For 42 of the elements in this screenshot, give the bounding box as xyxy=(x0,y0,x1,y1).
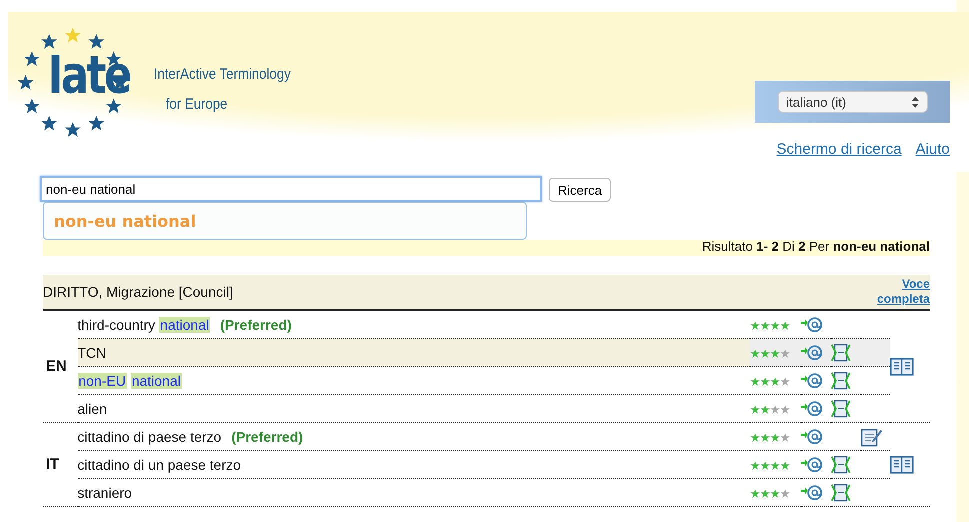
nav-link[interactable]: Aiuto xyxy=(916,141,950,158)
term-row[interactable]: cittadino di paese terzo (Preferred) xyxy=(78,422,750,450)
book-icon[interactable] xyxy=(890,456,914,474)
arrow-at-sign-icon[interactable] xyxy=(801,428,824,446)
reliability-stars: ★★★★ xyxy=(750,346,790,360)
context-document-icon[interactable] xyxy=(831,372,852,390)
result-summary: Risultato 1- 2 Di 2 Per non-eu national xyxy=(702,240,930,254)
context-document-icon[interactable] xyxy=(831,344,852,362)
logo-tagline: for Europe xyxy=(166,95,229,115)
term-row[interactable]: cittadino di un paese terzo xyxy=(78,450,750,478)
book-icon[interactable] xyxy=(890,358,914,376)
arrow-at-sign-icon[interactable] xyxy=(801,316,824,334)
reliability-stars: ★★★★ xyxy=(750,374,790,388)
full-entry-link[interactable]: Voce completa xyxy=(868,277,930,307)
reliability-stars: ★★★★ xyxy=(750,486,790,500)
language-code: EN xyxy=(46,358,67,375)
term-row[interactable]: straniero xyxy=(78,478,750,506)
reliability-stars: ★★★★ xyxy=(750,318,790,332)
term-row[interactable]: TCN xyxy=(78,338,750,366)
language-select[interactable]: italiano (it) xyxy=(778,91,928,113)
nav-link[interactable]: Schermo di ricerca xyxy=(776,141,902,158)
term-row[interactable]: alien xyxy=(78,394,750,422)
domain-label: DIRITTO, Migrazione [Council] xyxy=(43,284,234,300)
context-document-icon[interactable] xyxy=(831,400,852,418)
search-field[interactable]: non-eu national xyxy=(40,176,542,202)
reliability-stars: ★★★★ xyxy=(750,430,790,444)
context-document-icon[interactable] xyxy=(831,456,852,474)
arrow-at-sign-icon[interactable] xyxy=(801,372,824,390)
context-document-icon[interactable] xyxy=(831,484,852,502)
updown-caret-icon xyxy=(912,96,918,108)
search-button[interactable]: Ricerca xyxy=(549,178,612,202)
logo-wordmark: Iate xyxy=(48,46,130,106)
arrow-at-sign-icon[interactable] xyxy=(801,400,824,418)
arrow-at-sign-icon[interactable] xyxy=(801,484,824,502)
note-edit-icon[interactable] xyxy=(860,426,883,446)
term-row[interactable]: non-EU national xyxy=(78,366,750,394)
arrow-at-sign-icon[interactable] xyxy=(801,344,824,362)
reliability-stars: ★★★★ xyxy=(750,402,790,416)
arrow-at-sign-icon[interactable] xyxy=(801,456,824,474)
logo-tagline: InterActive Terminology xyxy=(154,65,291,85)
reliability-stars: ★★★★ xyxy=(750,458,790,472)
language-code: IT xyxy=(46,456,60,473)
